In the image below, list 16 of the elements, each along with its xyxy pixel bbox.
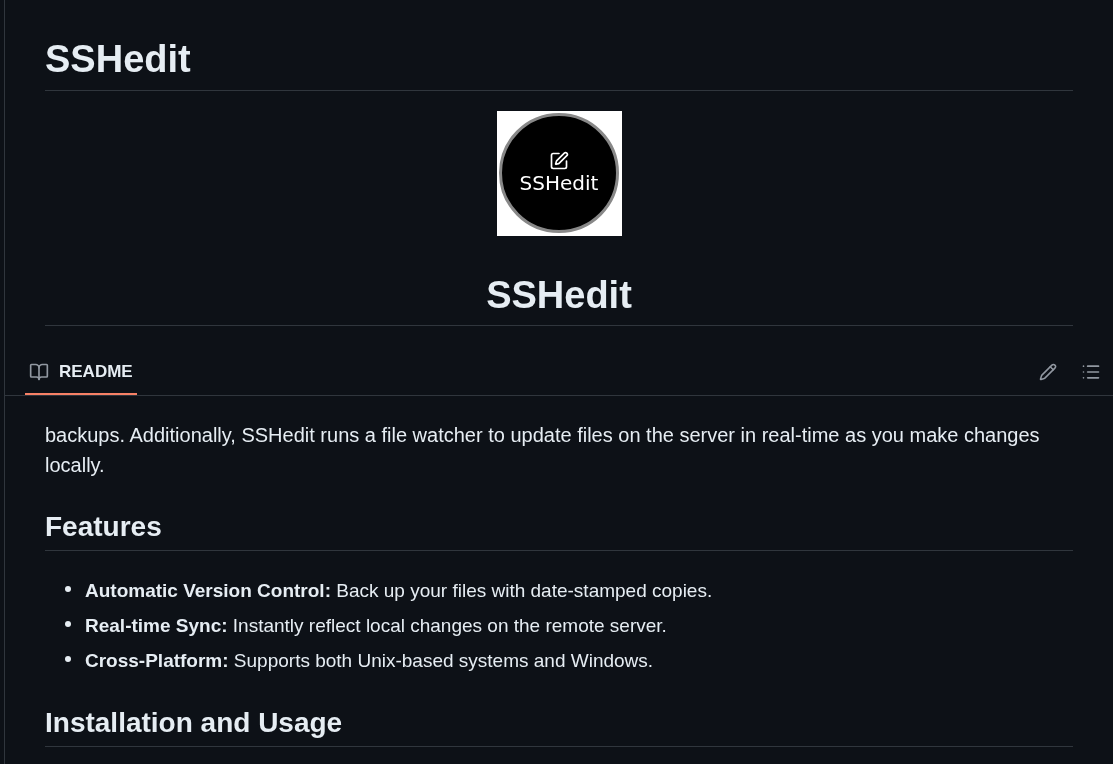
bullet-icon xyxy=(65,620,71,627)
bullet-icon xyxy=(65,655,71,662)
feature-item: Cross-Platform: Supports both Unix-based systems and Windows. xyxy=(85,648,654,673)
edit-icon[interactable] xyxy=(1039,362,1057,381)
section-heading: Installation and Usage xyxy=(45,705,1073,747)
edit-icon xyxy=(549,151,569,172)
bullet-icon xyxy=(65,585,71,592)
feature-item: Automatic Version Control: Back up your files with date-stamped copies. xyxy=(85,578,713,603)
logo-text: SSHedit xyxy=(519,171,599,196)
centered-title: SSHedit xyxy=(45,273,1073,327)
feature-item: Real-time Sync: Instantly reflect local changes on the remote server. xyxy=(85,613,667,638)
section-heading: Features xyxy=(45,510,1073,551)
page-title: SSHedit xyxy=(45,38,1073,91)
intro-paragraph: backups. Additionally, SSHedit runs a file watcher to update files on the server in real-time as you make changes locally. xyxy=(45,423,1041,479)
book-icon xyxy=(29,361,49,382)
readme-tab[interactable]: README xyxy=(25,348,137,396)
